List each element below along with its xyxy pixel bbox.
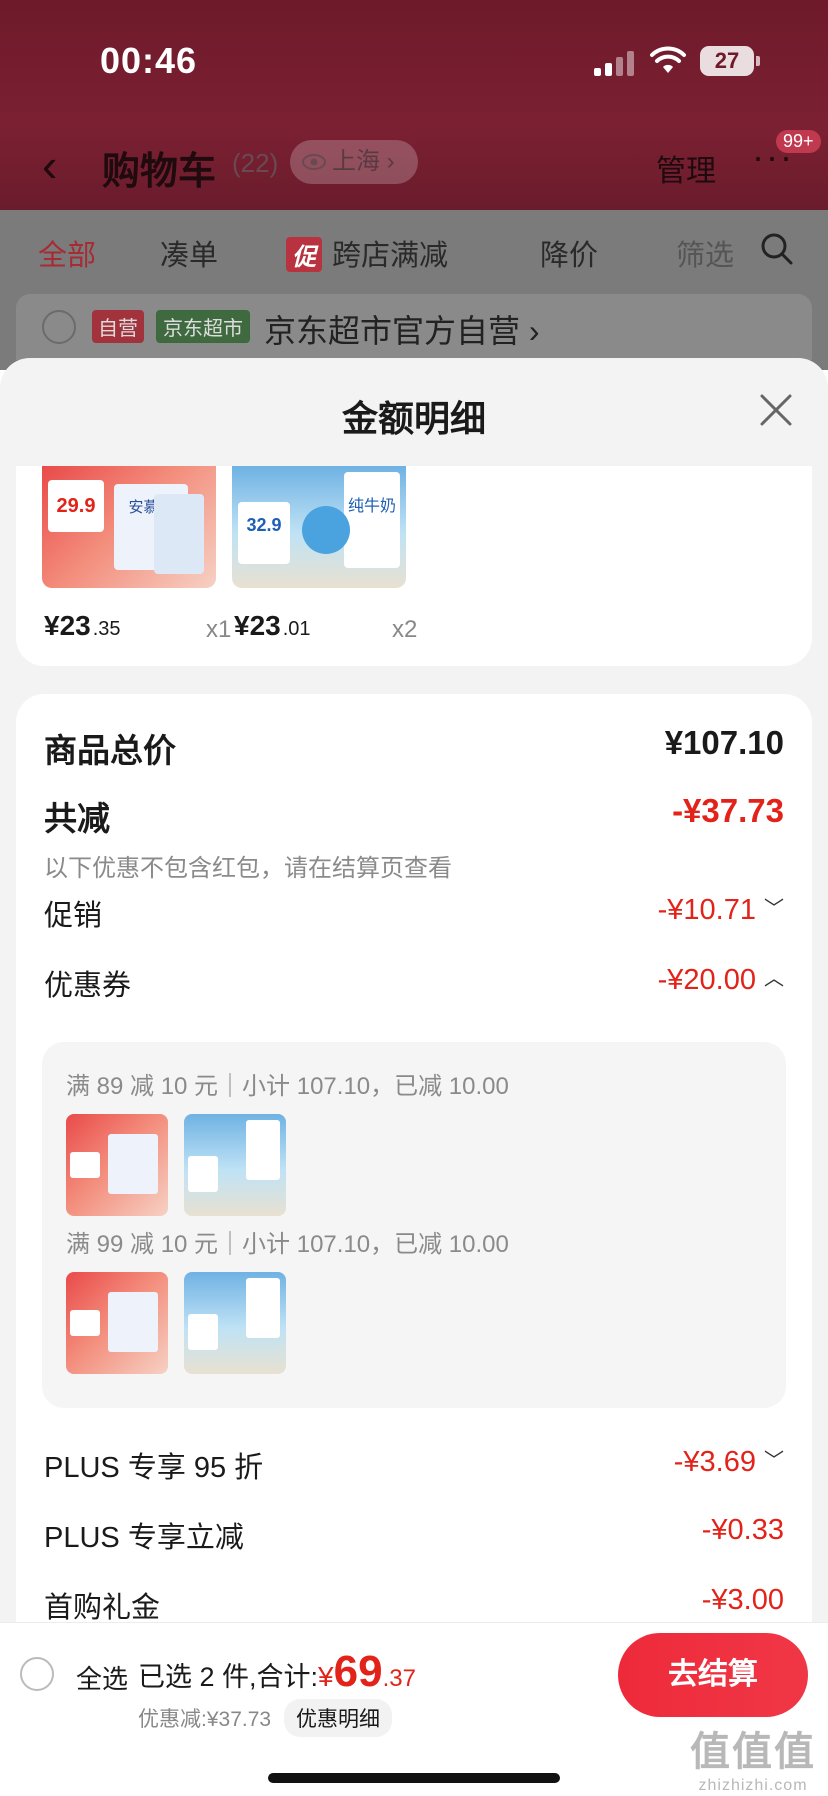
total-amount: 69: [333, 1647, 383, 1696]
coupon-row[interactable]: 优惠券 -¥20.00 ︿: [44, 962, 784, 1012]
select-all-label[interactable]: 全选: [76, 1659, 128, 1696]
message-badge: 99+: [776, 130, 821, 153]
cart-count: (22): [232, 148, 279, 178]
watermark: 值值值 zhizhizhi.com: [690, 1730, 816, 1794]
plus-discount-row[interactable]: PLUS 专享 95 折 -¥3.69 ﹀: [44, 1444, 784, 1494]
plus-instant-label: PLUS 专享立减: [44, 1522, 244, 1554]
product-image: 32.9 纯牛奶: [232, 466, 406, 588]
coupon-label: 优惠券: [44, 970, 132, 1002]
product-image: 29.9 安慕希: [42, 466, 216, 588]
sheet-title: 金额明细: [341, 398, 486, 439]
summary-prefix: 已选 2 件,合计:: [138, 1662, 319, 1692]
close-icon[interactable]: [756, 390, 796, 430]
reduce-label: 共减: [44, 800, 110, 837]
search-icon[interactable]: [760, 232, 794, 266]
product-qty: x1: [206, 616, 232, 643]
coupon-product-image: [184, 1272, 286, 1374]
promotion-label: 促销: [44, 900, 103, 932]
self-operated-tag: 自营: [92, 310, 144, 343]
tab-cross-store-label: 跨店满减: [332, 240, 449, 272]
manage-button[interactable]: 管理: [656, 146, 716, 190]
reduce-value: -¥37.73: [672, 792, 784, 829]
coupon-detail-box: 满 89 减 10 元｜小计 107.10，已减 10.00 满 99 减 10…: [42, 1042, 786, 1408]
location-pill[interactable]: 上海 ›: [290, 140, 418, 184]
discount-text: 优惠减:¥37.73: [138, 1708, 272, 1731]
filter-tabs: 全部 凑单 促跨店满减 降价 筛选: [0, 210, 828, 286]
select-all-checkbox[interactable]: [20, 1657, 54, 1691]
chevron-left-icon[interactable]: ‹: [42, 138, 57, 192]
chevron-down-icon: ﹀: [764, 898, 784, 920]
promo-tag: 促: [286, 237, 322, 272]
product-item[interactable]: 29.9 安慕希 ¥23.35 x1: [42, 466, 231, 643]
plus-discount-label: PLUS 专享 95 折: [44, 1452, 264, 1484]
wifi-icon: [650, 46, 686, 73]
store-row: 自营 京东超市 京东超市官方自营 ›: [16, 294, 812, 360]
page-title: 购物车: [102, 151, 217, 193]
store-checkbox[interactable]: [42, 310, 76, 344]
tab-cross-store[interactable]: 促跨店满减: [286, 232, 448, 274]
chevron-down-icon: ﹀: [764, 1450, 784, 1472]
home-indicator: [268, 1773, 560, 1783]
total-summary: 已选 2 件,合计:¥69.37: [138, 1647, 416, 1696]
product-item[interactable]: 32.9 纯牛奶 ¥23.01 x2: [232, 466, 417, 643]
chevron-up-icon: ︿: [764, 968, 784, 990]
store-name[interactable]: 京东超市官方自营 ›: [264, 306, 540, 352]
status-time: 00:46: [100, 40, 198, 81]
coupon-product-image: [184, 1114, 286, 1216]
coupon-value: -¥20.00 ︿: [657, 964, 784, 996]
coupon-rule: 满 89 减 10 元｜小计 107.10，已减 10.00: [66, 1073, 509, 1100]
products-card: 29.9 安慕希 ¥23.35 x1 32.9 纯牛奶 ¥23.01 x2: [16, 466, 812, 666]
amount-detail-sheet: 金额明细 29.9 安慕希 ¥23.35 x1 32.9 纯牛奶 ¥23.01 …: [0, 358, 828, 1796]
checkout-button[interactable]: 去结算: [618, 1633, 808, 1717]
tab-all[interactable]: 全部: [38, 232, 96, 274]
tab-combine[interactable]: 凑单: [160, 232, 218, 274]
battery-icon: 27: [700, 46, 760, 76]
plus-discount-value: -¥3.69 ﹀: [673, 1446, 784, 1478]
product-price: ¥23.01: [234, 610, 311, 641]
coupon-rule: 满 99 减 10 元｜小计 107.10，已减 10.00: [66, 1231, 509, 1258]
sheet-header: 金额明细: [0, 358, 828, 466]
first-purchase-value: -¥3.00: [701, 1584, 784, 1616]
coupon-product-image: [66, 1114, 168, 1216]
location-label: 上海: [332, 148, 380, 175]
signal-icon: [594, 50, 638, 76]
coupon-product-image: [66, 1272, 168, 1374]
checkout-bar: 全选 已选 2 件,合计:¥69.37 优惠减:¥37.73 优惠明细 去结算 …: [0, 1622, 828, 1796]
promotion-value: -¥10.71 ﹀: [657, 894, 784, 926]
plus-instant-value: -¥0.33: [701, 1514, 784, 1546]
total-row: 商品总价 ¥107.10: [44, 724, 784, 774]
promotion-row[interactable]: 促销 -¥10.71 ﹀: [44, 892, 784, 942]
product-qty: x2: [392, 616, 418, 643]
tab-filter[interactable]: 筛选: [676, 232, 734, 274]
reduce-note: 以下优惠不包含红包，请在结算页查看: [44, 855, 452, 882]
product-price: ¥23.35: [44, 610, 121, 641]
first-purchase-label: 首购礼金: [44, 1592, 161, 1624]
plus-instant-row: PLUS 专享立减 -¥0.33: [44, 1514, 784, 1564]
cart-nav-bar: ‹ 购物车 (22) 上海 › 管理 ··· 99+: [0, 120, 828, 210]
total-value: ¥107.10: [664, 724, 784, 761]
tab-price-drop[interactable]: 降价: [540, 232, 598, 274]
reduce-row: 共减 -¥37.73: [44, 792, 784, 842]
total-label: 商品总价: [44, 732, 176, 769]
supermarket-tag: 京东超市: [156, 310, 250, 343]
status-bar: 00:46 27: [0, 0, 828, 120]
eye-icon: [302, 154, 326, 170]
discount-detail-button[interactable]: 优惠明细: [284, 1699, 392, 1737]
